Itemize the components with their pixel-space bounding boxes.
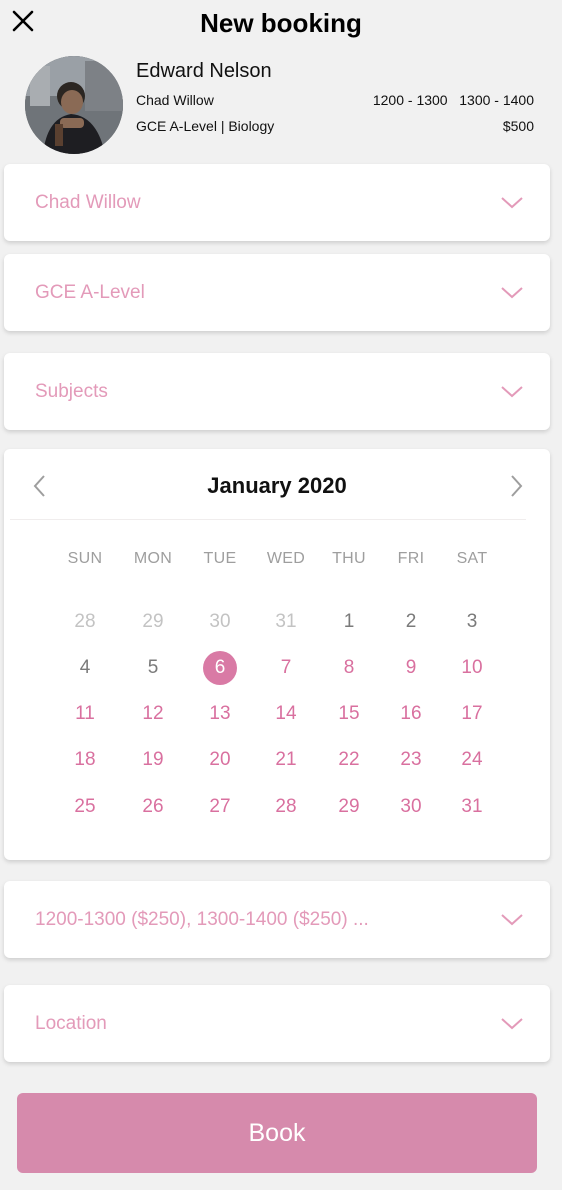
calendar-day[interactable]: 17 — [452, 697, 492, 731]
calendar-day[interactable]: 16 — [391, 697, 431, 731]
calendar-day[interactable]: 12 — [133, 697, 173, 731]
time-slot-select-value: 1200-1300 ($250), 1300-1400 ($250) ... — [35, 909, 369, 930]
weekday-label: THU — [332, 550, 366, 567]
student-select-value: Chad Willow — [35, 192, 141, 213]
calendar-day[interactable]: 29 — [133, 605, 173, 639]
calendar-day[interactable]: 14 — [266, 697, 306, 731]
subjects-select-value: Subjects — [35, 381, 108, 402]
student-name: Chad Willow — [136, 92, 214, 108]
calendar-day[interactable]: 11 — [65, 697, 105, 731]
calendar-day[interactable]: 30 — [391, 790, 431, 824]
calendar-day[interactable]: 22 — [329, 743, 369, 777]
calendar-day[interactable]: 15 — [329, 697, 369, 731]
location-select-value: Location — [35, 1013, 107, 1034]
weekday-label: FRI — [397, 550, 425, 567]
location-select[interactable]: Location — [4, 985, 550, 1062]
calendar-month-title: January 2020 — [207, 473, 347, 498]
calendar-day[interactable]: 2 — [391, 605, 431, 639]
book-button[interactable]: Book — [17, 1093, 537, 1173]
tutor-summary: Edward Nelson Chad Willow 1200 - 1300 13… — [0, 56, 562, 156]
calendar-day[interactable]: 27 — [200, 790, 240, 824]
level-select-value: GCE A-Level — [35, 282, 145, 303]
calendar-day[interactable]: 25 — [65, 790, 105, 824]
calendar-day[interactable]: 8 — [329, 651, 369, 685]
chevron-down-icon — [501, 1018, 523, 1030]
calendar-day[interactable]: 31 — [266, 605, 306, 639]
calendar-day[interactable]: 29 — [329, 790, 369, 824]
calendar-divider — [10, 519, 526, 520]
calendar-day[interactable]: 20 — [200, 743, 240, 777]
weekday-label: MON — [133, 550, 173, 567]
calendar-day[interactable]: 5 — [133, 651, 173, 685]
calendar-day[interactable]: 1 — [329, 605, 369, 639]
calendar-day[interactable]: 10 — [452, 651, 492, 685]
weekday-label: SAT — [456, 550, 488, 567]
student-select[interactable]: Chad Willow — [4, 164, 550, 241]
calendar-day[interactable]: 21 — [266, 743, 306, 777]
calendar-day-selected[interactable]: 6 — [203, 651, 237, 685]
calendar-day[interactable]: 26 — [133, 790, 173, 824]
calendar-day[interactable]: 7 — [266, 651, 306, 685]
chevron-right-icon[interactable] — [502, 471, 528, 501]
avatar-photo — [25, 56, 123, 154]
page-title: New booking — [200, 8, 362, 38]
weekday-label: WED — [266, 550, 306, 567]
calendar-day[interactable]: 4 — [65, 651, 105, 685]
calendar-day[interactable]: 24 — [452, 743, 492, 777]
chevron-down-icon — [501, 287, 523, 299]
chevron-down-icon — [501, 386, 523, 398]
chevron-down-icon — [501, 197, 523, 209]
booking-times: 1200 - 1300 1300 - 1400 — [372, 92, 534, 108]
chevron-down-icon — [501, 914, 523, 926]
calendar-day[interactable]: 30 — [200, 605, 240, 639]
calendar-day[interactable]: 28 — [266, 790, 306, 824]
calendar-day[interactable]: 28 — [65, 605, 105, 639]
weekday-label: TUE — [203, 550, 237, 567]
calendar-day[interactable]: 23 — [391, 743, 431, 777]
course-info: GCE A-Level | Biology — [136, 118, 275, 134]
booking-price: $500 — [502, 118, 534, 134]
calendar-day[interactable]: 3 — [452, 605, 492, 639]
calendar-day[interactable]: 19 — [133, 743, 173, 777]
avatar — [25, 56, 123, 154]
calendar-day[interactable]: 18 — [65, 743, 105, 777]
time-slot-select[interactable]: 1200-1300 ($250), 1300-1400 ($250) ... — [4, 881, 550, 958]
subjects-select[interactable]: Subjects — [4, 353, 550, 430]
tutor-name: Edward Nelson — [136, 60, 272, 82]
weekday-label: SUN — [67, 550, 103, 567]
calendar-day[interactable]: 13 — [200, 697, 240, 731]
calendar-day[interactable]: 31 — [452, 790, 492, 824]
header: New booking — [0, 0, 562, 50]
level-select[interactable]: GCE A-Level — [4, 254, 550, 331]
calendar-day[interactable]: 9 — [391, 651, 431, 685]
